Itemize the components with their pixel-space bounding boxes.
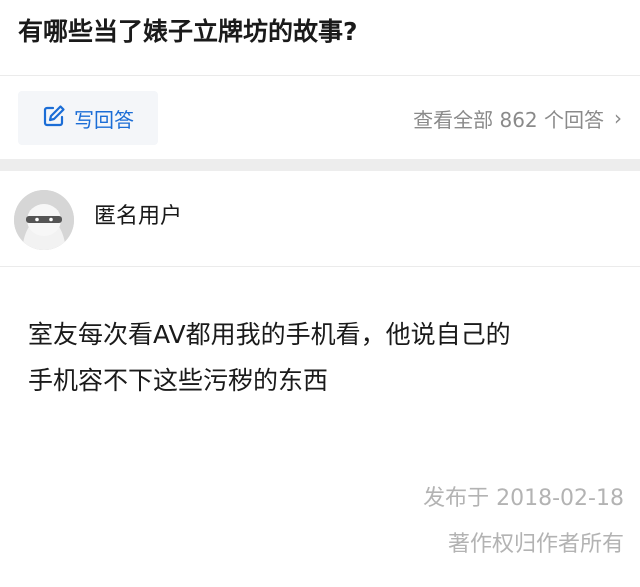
- write-answer-button[interactable]: 写回答: [18, 91, 158, 145]
- view-all-answers-link[interactable]: 查看全部 862 个回答 ›: [413, 91, 622, 145]
- answer-body-line: 室友每次看AV都用我的手机看，他说自己的: [28, 320, 511, 349]
- publish-date: 发布于 2018-02-18: [423, 486, 624, 511]
- chevron-right-icon: ›: [614, 106, 622, 130]
- answer-body[interactable]: 室友每次看AV都用我的手机看，他说自己的 手机容不下这些污秽的东西: [28, 312, 618, 404]
- copyright-notice: 著作权归作者所有: [447, 532, 624, 557]
- question-title[interactable]: 有哪些当了婊子立牌坊的故事?: [18, 14, 640, 50]
- answer-author-row[interactable]: 匿名用户: [0, 171, 640, 267]
- write-answer-label: 写回答: [74, 107, 134, 132]
- answer-body-line: 手机容不下这些污秽的东西: [28, 366, 329, 395]
- action-bar: 写回答 查看全部 862 个回答 ›: [0, 77, 640, 159]
- question-header: 有哪些当了婊子立牌坊的故事?: [0, 0, 640, 76]
- section-divider: [0, 159, 640, 171]
- author-name[interactable]: 匿名用户: [94, 201, 182, 233]
- view-all-label: 查看全部 862 个回答: [413, 107, 604, 132]
- avatar[interactable]: [14, 190, 74, 250]
- pencil-square-icon: [42, 104, 74, 133]
